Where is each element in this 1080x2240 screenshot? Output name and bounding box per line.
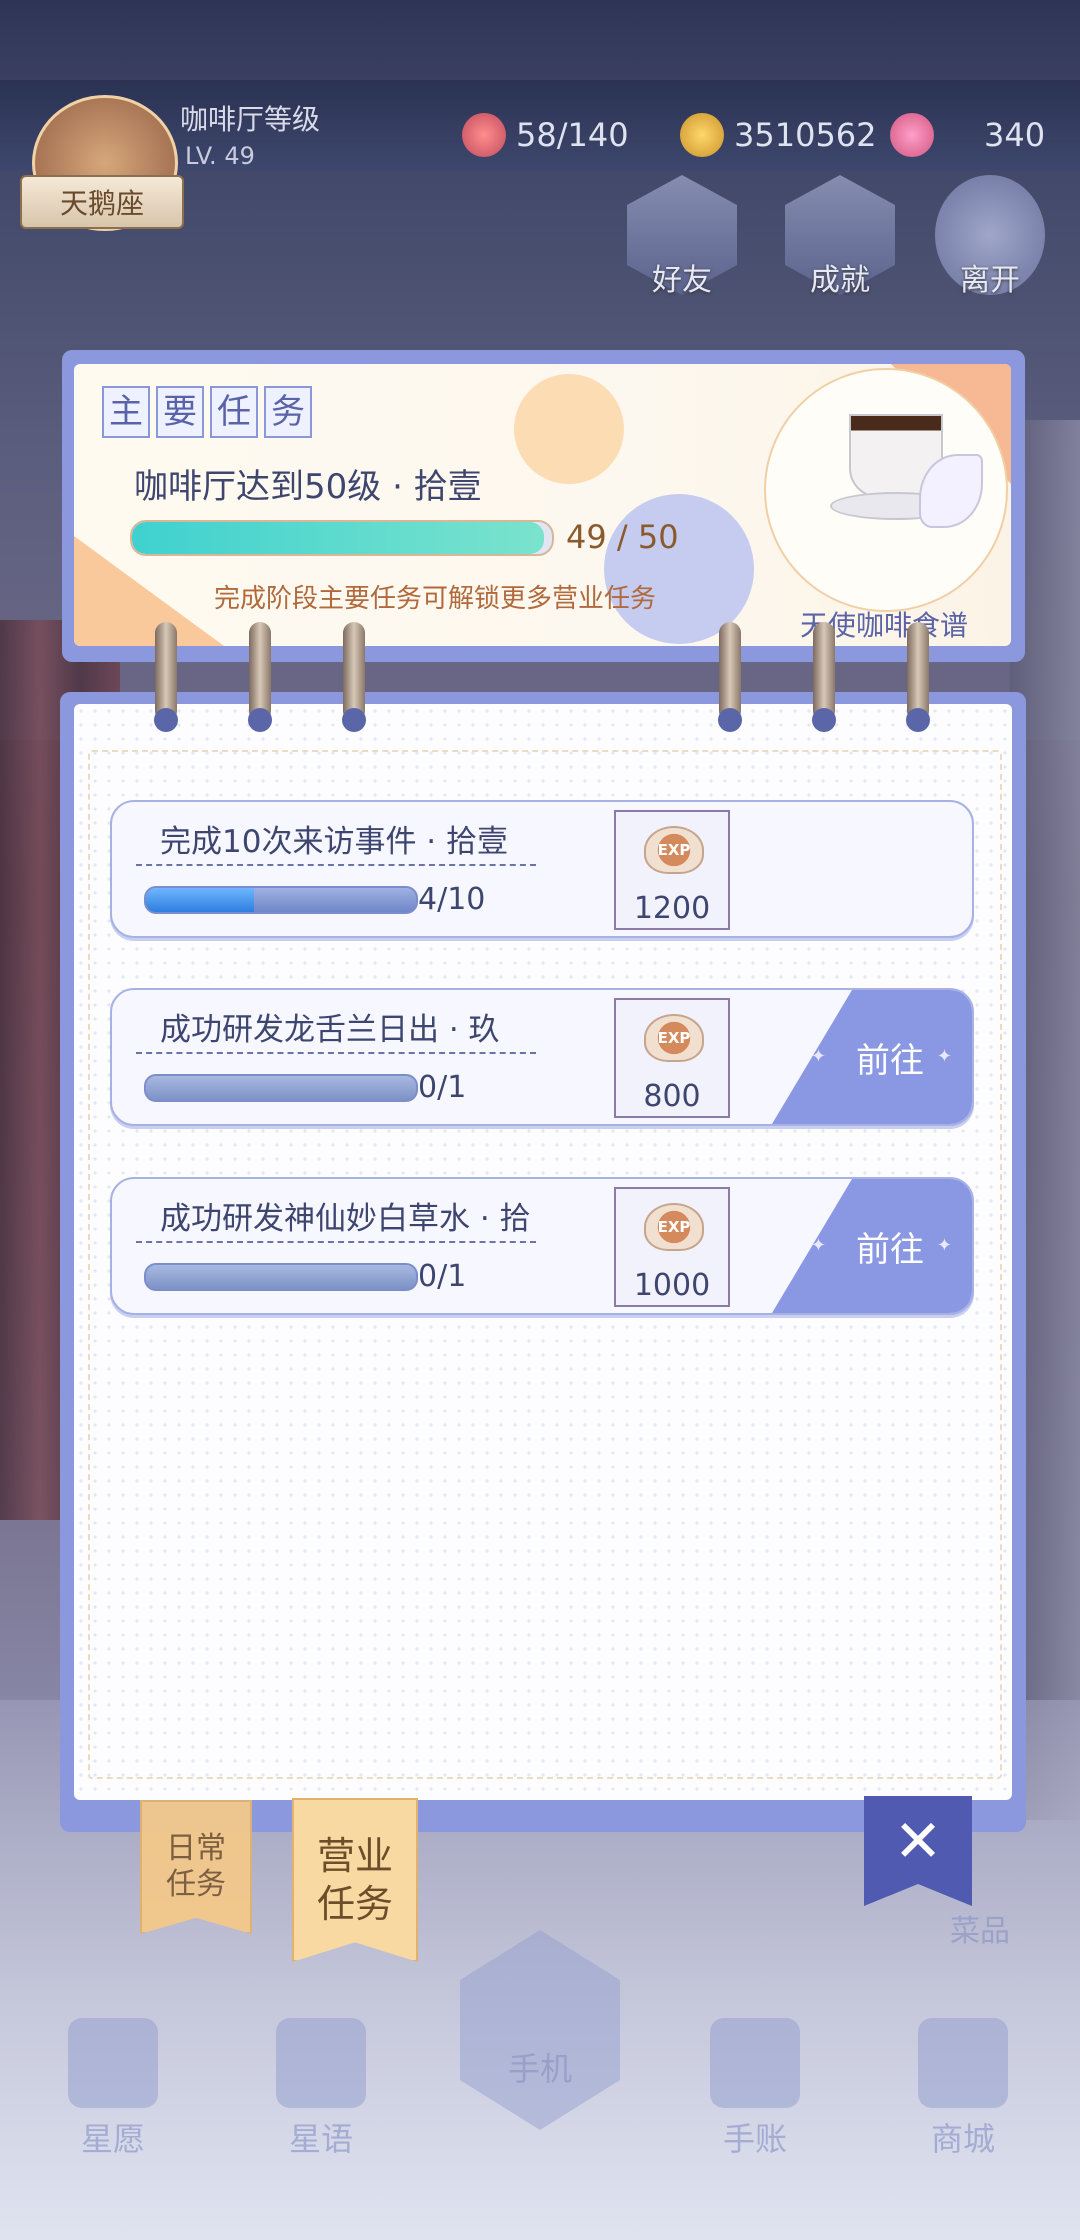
- nav-phone-label: 手机: [507, 2050, 572, 2088]
- main-task-progress-bar: [130, 520, 554, 556]
- task-title: 成功研发龙舌兰日出 · 玖: [160, 1012, 500, 1048]
- exp-coffee-icon: EXP: [644, 826, 704, 874]
- task-title: 成功研发神仙妙白草水 · 拾: [160, 1201, 531, 1237]
- nav-diary-label: 手账: [722, 2120, 787, 2158]
- main-task-tag-char: 任: [210, 386, 258, 438]
- energy-icon: [462, 113, 506, 157]
- cards-icon: [276, 2018, 366, 2108]
- main-task-hint: 完成阶段主要任务可解锁更多营业任务: [214, 584, 657, 614]
- go-button-label: 前往: [856, 1040, 924, 1081]
- main-task-card: 主 要 任 务 咖啡厅达到50级 · 拾壹 49 / 50 完成阶段主要任务可解…: [62, 350, 1025, 662]
- task-row: 完成10次来访事件 · 拾壹 4/10 EXP 1200: [110, 800, 974, 938]
- task-divider: [136, 1241, 536, 1243]
- task-progress-bar: [144, 1263, 418, 1291]
- binder-ring: [248, 622, 272, 732]
- exp-coffee-icon: EXP: [644, 1203, 704, 1251]
- task-reward-value: 1000: [633, 1268, 711, 1303]
- task-reward-value: 800: [643, 1079, 701, 1114]
- recipe-reward-name: 天使咖啡食谱: [799, 609, 968, 642]
- swan-value: 340: [984, 116, 1046, 154]
- calendar-check-icon: [710, 2018, 800, 2108]
- leave-label: 离开: [960, 263, 1020, 298]
- binder-ring: [906, 622, 930, 732]
- swan-icon: [890, 113, 934, 157]
- tab-daily-tasks[interactable]: 日常 任务: [140, 1800, 252, 1934]
- task-reward[interactable]: EXP 1200: [614, 810, 730, 930]
- menu-dishes-button[interactable]: 菜品: [940, 1830, 1020, 1950]
- swan-resource[interactable]: 340: [890, 110, 1045, 160]
- task-progress-bar: [144, 1074, 418, 1102]
- go-button-label: 前往: [856, 1229, 924, 1270]
- main-task-tag: 主 要 任 务: [102, 386, 312, 438]
- cafe-level-title: 咖啡厅等级: [180, 103, 321, 136]
- main-task-tag-char: 务: [264, 386, 312, 438]
- achievement-label: 成就: [810, 263, 870, 298]
- friend-button[interactable]: 好友: [622, 175, 742, 305]
- nav-shop-label: 商城: [930, 2120, 995, 2158]
- nav-star-language-label: 星语: [288, 2120, 353, 2158]
- nav-diary[interactable]: 手账: [690, 2010, 820, 2160]
- binder-ring: [718, 622, 742, 732]
- coin-icon: [680, 113, 724, 157]
- shopping-bag-icon: [918, 2018, 1008, 2108]
- menu-dishes-label: 菜品: [950, 1914, 1010, 1949]
- main-task-tag-char: 主: [102, 386, 150, 438]
- tab-business-label: 营业 任务: [316, 1834, 393, 1926]
- main-task-card-inner: 主 要 任 务 咖啡厅达到50级 · 拾壹 49 / 50 完成阶段主要任务可解…: [74, 364, 1011, 646]
- task-divider: [136, 1052, 536, 1054]
- nav-wish-label: 星愿: [80, 2120, 145, 2158]
- nav-shop[interactable]: 商城: [898, 2010, 1028, 2160]
- nav-star-language[interactable]: 星语: [256, 2010, 386, 2160]
- main-task-title: 咖啡厅达到50级 · 拾壹: [134, 467, 482, 507]
- task-row: 成功研发龙舌兰日出 · 玖 0/1 EXP 800 ✦ 前往 ✦: [110, 988, 974, 1126]
- task-reward[interactable]: EXP 800: [614, 998, 730, 1118]
- go-button[interactable]: ✦ 前往 ✦: [772, 1179, 972, 1313]
- cafe-level-badge[interactable]: 天鹅座: [20, 95, 184, 231]
- sparkle-icon: ✦: [936, 1046, 952, 1067]
- sparkle-icon: ✦: [936, 1235, 952, 1256]
- binder-ring: [812, 622, 836, 732]
- tab-daily-label: 日常 任务: [166, 1831, 226, 1902]
- go-button[interactable]: ✦ 前往 ✦: [772, 990, 972, 1124]
- close-x-icon: ✕: [893, 1807, 943, 1875]
- sparkle-icon: ✦: [810, 1046, 826, 1067]
- task-progress-fill: [146, 888, 254, 912]
- friend-label: 好友: [652, 263, 712, 298]
- main-task-progress-fill: [132, 522, 544, 554]
- cafe-level-value: LV. 49: [185, 142, 255, 170]
- task-progress-text: 4/10: [418, 882, 486, 917]
- nav-wish[interactable]: 星愿: [48, 2010, 178, 2160]
- binder-ring: [342, 622, 366, 732]
- task-progress-text: 0/1: [418, 1259, 467, 1294]
- leave-button[interactable]: 离开: [930, 175, 1050, 305]
- binder-ring: [154, 622, 178, 732]
- task-reward-value: 1200: [633, 891, 711, 926]
- tab-business-tasks[interactable]: 营业 任务: [292, 1798, 418, 1962]
- sparkle-icon: ✦: [810, 1235, 826, 1256]
- task-progress-text: 0/1: [418, 1070, 467, 1105]
- energy-value: 58/140: [516, 116, 629, 154]
- decor-circle: [514, 374, 624, 484]
- wish-card-icon: [68, 2018, 158, 2108]
- task-divider: [136, 864, 536, 866]
- coin-resource[interactable]: 3510562: [680, 110, 877, 160]
- task-title: 完成10次来访事件 · 拾壹: [160, 824, 509, 860]
- task-row: 成功研发神仙妙白草水 · 拾 0/1 EXP 1000 ✦ 前往 ✦: [110, 1177, 974, 1315]
- task-reward[interactable]: EXP 1000: [614, 1187, 730, 1307]
- coin-value: 3510562: [734, 116, 877, 154]
- achievement-button[interactable]: 成就: [780, 175, 900, 305]
- task-progress-bar: [144, 886, 418, 914]
- badge-ribbon: 天鹅座: [20, 175, 184, 229]
- exp-coffee-icon: EXP: [644, 1014, 704, 1062]
- energy-resource[interactable]: 58/140: [462, 110, 629, 160]
- main-task-tag-char: 要: [156, 386, 204, 438]
- main-task-progress-text: 49 / 50: [566, 518, 679, 556]
